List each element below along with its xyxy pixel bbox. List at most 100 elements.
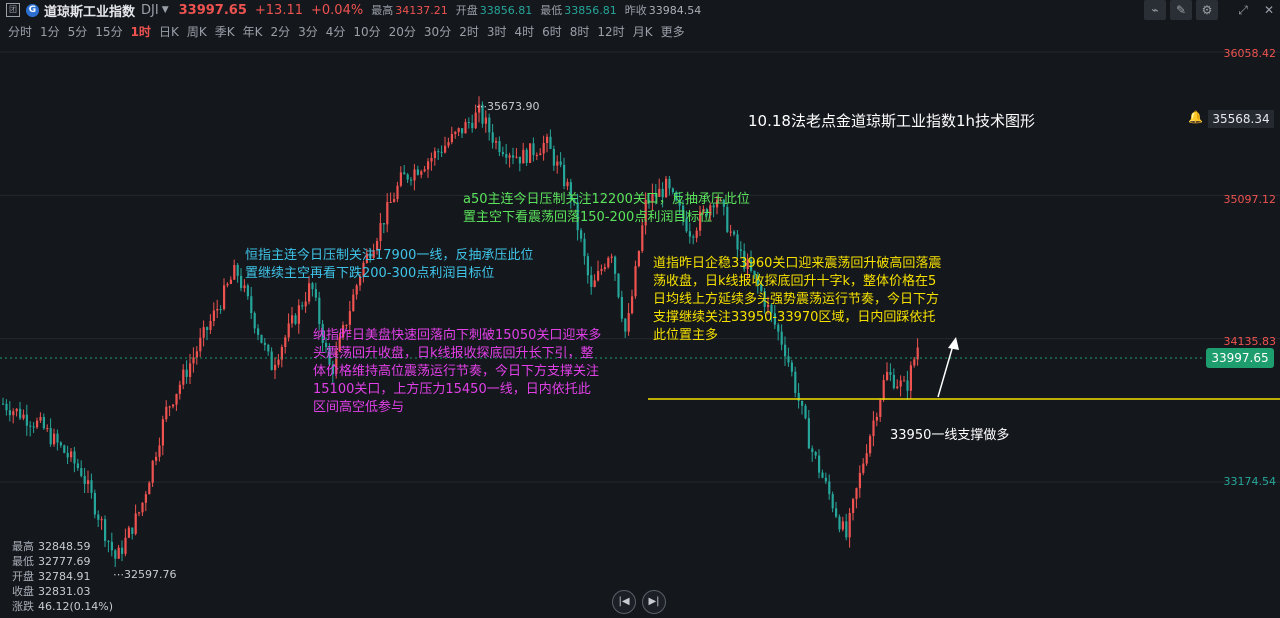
candle-body: [583, 238, 586, 257]
candle-body: [620, 297, 623, 319]
candle-body: [559, 161, 562, 165]
period-tab[interactable]: 3分: [298, 22, 318, 42]
candle-body: [117, 547, 120, 559]
candle-body: [87, 480, 90, 485]
annotation-dow: 道指昨日企稳33960关口迎来震荡回升破高回落震荡收盘，日k线报收探底回升十字k…: [653, 256, 942, 343]
candle-body: [202, 327, 205, 338]
candle-body: [580, 230, 583, 239]
candle-body: [804, 405, 807, 419]
price-axis-label: 35097.12: [1223, 193, 1277, 206]
period-tab[interactable]: 5分: [68, 22, 88, 42]
period-tab[interactable]: 2分: [270, 22, 290, 42]
candle-body: [168, 406, 171, 408]
candle-body: [267, 344, 270, 352]
stat-row: 涨跌 46.12(0.14%): [12, 599, 113, 614]
period-tab[interactable]: 4分: [326, 22, 346, 42]
stat-label: 最高: [12, 540, 34, 553]
bell-icon[interactable]: 🔔: [1188, 110, 1204, 126]
candle-body: [430, 157, 433, 162]
period-tab[interactable]: 4时: [514, 22, 534, 42]
candle-body: [556, 161, 559, 166]
prev-close-label: 昨收: [624, 4, 647, 17]
symbol-code[interactable]: DJI: [141, 3, 159, 18]
candle-body: [49, 428, 52, 445]
candle-body: [80, 468, 83, 476]
period-tab[interactable]: 10分: [353, 22, 380, 42]
candle-body: [909, 365, 912, 391]
candle-body: [624, 318, 627, 332]
candle-body: [688, 231, 691, 237]
draw-icon[interactable]: ✎: [1170, 0, 1192, 20]
period-tabs: 分时 1分 5分 15分 1时 日K 周K 季K 年K 2分 3分 4分 10分 20分 30分 2时 3时 4时…: [0, 22, 685, 42]
next-button[interactable]: ▶|: [642, 590, 666, 614]
candle-body: [403, 172, 406, 175]
candle-body: [522, 149, 525, 164]
candle-body: [471, 122, 474, 129]
expand-icon[interactable]: ⤢: [1232, 0, 1254, 20]
exchange-logo-icon: G: [26, 3, 39, 17]
candle-body: [603, 267, 606, 270]
candle-body: [505, 154, 508, 158]
prev-button[interactable]: |◀: [612, 590, 636, 614]
period-tab[interactable]: 2时: [459, 22, 479, 42]
candle-body: [872, 420, 875, 437]
stat-row: 最高 32848.59: [12, 539, 113, 554]
candle-body: [848, 513, 851, 538]
candle-body: [46, 428, 49, 430]
stat-label: 涨跌: [12, 600, 34, 613]
candle-body: [508, 155, 511, 158]
candle-body: [593, 280, 596, 287]
period-tab[interactable]: 年K: [243, 22, 263, 42]
candle-body: [236, 264, 239, 276]
candle-body: [892, 374, 895, 389]
candle-body: [257, 328, 260, 335]
candlestick-chart[interactable]: [0, 42, 1280, 618]
price-axis-label: 34135.83: [1223, 335, 1277, 348]
period-tab[interactable]: 更多: [661, 22, 685, 42]
candle-body: [450, 134, 453, 143]
period-tab[interactable]: 1分: [40, 22, 60, 42]
candle-body: [100, 519, 103, 521]
symbol-name[interactable]: 道琼斯工业指数: [44, 1, 135, 20]
price-axis-label: 36058.42: [1223, 47, 1277, 60]
candle-body: [355, 285, 358, 295]
period-tab[interactable]: 月K: [633, 22, 653, 42]
candle-body: [824, 477, 827, 482]
period-tab[interactable]: 季K: [215, 22, 235, 42]
period-tab[interactable]: 20分: [389, 22, 416, 42]
candle-body: [206, 327, 209, 330]
period-tab[interactable]: 6时: [542, 22, 562, 42]
candle-body: [246, 285, 249, 297]
symbol-dropdown-icon[interactable]: ▼: [162, 5, 169, 15]
period-tab[interactable]: 周K: [187, 22, 207, 42]
chart-type-icon[interactable]: ⌁: [1144, 0, 1166, 20]
candle-body: [852, 499, 855, 514]
chart-title: 10.18法老点金道琼斯工业指数1h技术图形: [748, 112, 1035, 130]
candle-body: [396, 185, 399, 200]
period-tab[interactable]: 8时: [570, 22, 590, 42]
candle-body: [855, 488, 858, 500]
period-tab[interactable]: 15分: [95, 22, 122, 42]
candle-body: [83, 475, 86, 485]
period-tab[interactable]: 1时: [131, 22, 151, 42]
candle-body: [610, 256, 613, 258]
period-tab[interactable]: 30分: [424, 22, 451, 42]
window-icon[interactable]: 团: [6, 3, 20, 17]
annotation-a50: a50主连今日压制关注12200关口，反抽承压此位置主空下看震荡回落150-20…: [463, 192, 750, 225]
period-tab[interactable]: 日K: [159, 22, 179, 42]
candle-body: [546, 136, 549, 144]
period-tab[interactable]: 12时: [597, 22, 624, 42]
quote-header: 团 G 道琼斯工业指数 DJI ▼ 33997.65 +13.11 +0.04%…: [0, 0, 1280, 20]
stat-label: 开盘: [12, 570, 34, 583]
candle-body: [304, 301, 307, 307]
period-tab[interactable]: 分时: [8, 22, 32, 42]
period-tab[interactable]: 3时: [487, 22, 507, 42]
stat-label: 最低: [12, 555, 34, 568]
candle-body: [736, 234, 739, 250]
candle-body: [563, 164, 566, 187]
stat-row: 开盘 32784.91: [12, 569, 113, 584]
alert-price[interactable]: 35568.34: [1208, 110, 1274, 128]
close-icon[interactable]: ✕: [1258, 0, 1280, 20]
settings-icon[interactable]: ⚙: [1196, 0, 1218, 20]
low-label: 最低: [540, 4, 563, 17]
